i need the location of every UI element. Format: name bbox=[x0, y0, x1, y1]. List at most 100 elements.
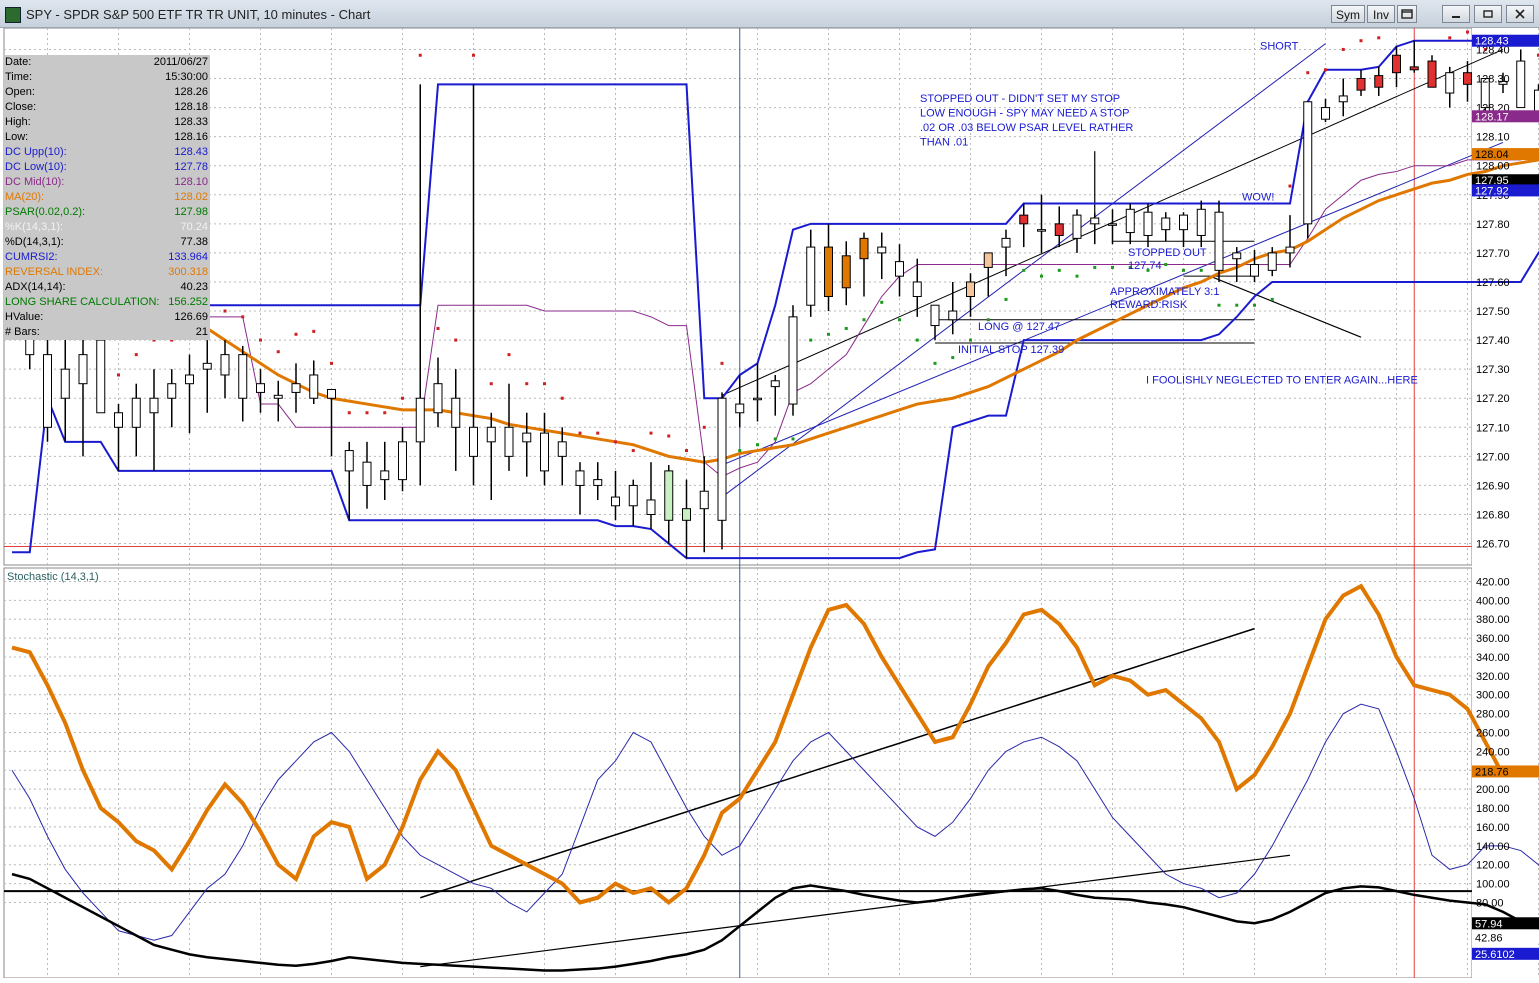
restore-icon[interactable] bbox=[1474, 5, 1502, 23]
price-tick-label: 127.80 bbox=[1476, 219, 1510, 231]
psar-dot bbox=[437, 327, 440, 330]
psar-dot bbox=[650, 432, 653, 435]
candle-body bbox=[1020, 215, 1028, 224]
data-window-row: LONG SHARE CALCULATION: 156.252 bbox=[4, 295, 210, 310]
annotation-text: LOW ENOUGH - SPY MAY NEED A STOP bbox=[920, 107, 1129, 119]
psar-dot bbox=[845, 327, 848, 330]
psar-dot bbox=[1306, 71, 1309, 74]
candle-body bbox=[1322, 108, 1330, 120]
candle-body bbox=[754, 398, 762, 400]
app-chart-icon bbox=[5, 7, 21, 23]
data-window-label: LONG SHARE CALCULATION: bbox=[5, 295, 159, 310]
stoch-tick-label: 80.00 bbox=[1476, 897, 1504, 909]
candle-body bbox=[1215, 212, 1223, 270]
price-tick-label: 128.00 bbox=[1476, 161, 1510, 173]
stoch-panel-title: Stochastic (14,3,1) bbox=[7, 571, 99, 583]
psar-dot bbox=[1360, 39, 1363, 42]
candle-body bbox=[807, 247, 815, 305]
candle-body bbox=[328, 390, 336, 399]
psar-dot bbox=[1058, 269, 1061, 272]
psar-dot bbox=[703, 426, 706, 429]
psar-dot bbox=[1218, 304, 1221, 307]
candle-body bbox=[186, 375, 194, 384]
data-window-label: HValue: bbox=[5, 310, 43, 325]
psar-dot bbox=[827, 333, 830, 336]
price-tick-label: 126.90 bbox=[1476, 480, 1510, 492]
price-tick-label: 128.10 bbox=[1476, 132, 1510, 144]
candle-body bbox=[931, 305, 939, 325]
candle-body bbox=[399, 442, 407, 480]
candle-body bbox=[274, 395, 282, 398]
candle-body bbox=[665, 471, 673, 520]
data-window-value: 21 bbox=[196, 325, 208, 340]
data-window-row: %D(14,3,1):77.38 bbox=[4, 235, 210, 250]
psar-dot bbox=[667, 435, 670, 438]
psar-dot bbox=[685, 449, 688, 452]
chart-canvas[interactable]: Stochastic (14,3,1) 128.40128.30128.2012… bbox=[0, 28, 1539, 978]
psar-dot bbox=[596, 432, 599, 435]
data-window-label: High: bbox=[5, 115, 31, 130]
data-window-row: Time:15:30:00 bbox=[4, 70, 210, 85]
psar-dot bbox=[809, 339, 812, 342]
psar-dot bbox=[525, 382, 528, 385]
minimize-icon[interactable] bbox=[1442, 5, 1470, 23]
stoch-tick-label: 340.00 bbox=[1476, 652, 1510, 664]
data-window-value: 156.252 bbox=[168, 295, 208, 310]
data-window-label: DC Low(10): bbox=[5, 160, 67, 175]
psar-dot bbox=[454, 339, 457, 342]
data-window-value: 128.26 bbox=[174, 85, 208, 100]
data-window-row: # Bars:21 bbox=[4, 325, 210, 340]
price-badge-label: 127.92 bbox=[1475, 185, 1509, 197]
data-window-value: 128.02 bbox=[174, 190, 208, 205]
candle-body bbox=[949, 311, 957, 320]
candle-body bbox=[1109, 224, 1117, 226]
sym-button[interactable]: Sym bbox=[1331, 5, 1365, 23]
candle-body bbox=[363, 462, 371, 485]
candle-body bbox=[487, 427, 495, 442]
candle-body bbox=[1162, 218, 1170, 230]
candle-body bbox=[381, 471, 389, 480]
title-bar: SPY - SPDR S&P 500 ETF TR TR UNIT, 10 mi… bbox=[0, 0, 1539, 28]
psar-dot bbox=[366, 411, 369, 414]
data-window-row: PSAR(0.02,0.2):127.98 bbox=[4, 205, 210, 220]
candle-body bbox=[505, 427, 513, 456]
candle-body bbox=[168, 384, 176, 399]
annotation-text: WOW! bbox=[1242, 192, 1274, 204]
candle-body bbox=[700, 491, 708, 508]
candle-body bbox=[1517, 61, 1525, 108]
close-icon[interactable] bbox=[1506, 5, 1534, 23]
price-badge-label: 128.04 bbox=[1475, 149, 1509, 161]
psar-dot bbox=[330, 362, 333, 365]
psar-dot bbox=[401, 397, 404, 400]
price-tick-label: 127.50 bbox=[1476, 306, 1510, 318]
candle-body bbox=[576, 471, 584, 486]
price-badge-label: 128.17 bbox=[1475, 111, 1509, 123]
candle-body bbox=[825, 247, 833, 296]
psar-dot bbox=[312, 330, 315, 333]
annotation-text: THAN .01 bbox=[920, 136, 968, 148]
candle-body bbox=[44, 355, 52, 428]
psar-dot bbox=[774, 437, 777, 440]
psar-dot bbox=[1271, 298, 1274, 301]
candle-body bbox=[115, 413, 123, 428]
inv-button[interactable]: Inv bbox=[1367, 5, 1395, 23]
candle-body bbox=[1446, 73, 1454, 93]
candle-body bbox=[612, 497, 620, 506]
price-tick-label: 127.00 bbox=[1476, 451, 1510, 463]
data-window-value: 127.98 bbox=[174, 205, 208, 220]
annotation-text: 127.74 bbox=[1128, 260, 1162, 272]
window-menu-icon[interactable] bbox=[1397, 5, 1417, 23]
price-tick-label: 128.30 bbox=[1476, 74, 1510, 86]
candle-body bbox=[1251, 265, 1259, 277]
candle-body bbox=[771, 381, 779, 387]
psar-dot bbox=[863, 318, 866, 321]
annotation-text: .02 OR .03 BELOW PSAR LEVEL RATHER bbox=[920, 122, 1133, 134]
price-tick-label: 127.10 bbox=[1476, 422, 1510, 434]
data-window-label: Close: bbox=[5, 100, 36, 115]
psar-dot bbox=[1448, 36, 1451, 39]
candle-body bbox=[913, 282, 921, 297]
candle-body bbox=[132, 398, 140, 427]
psar-dot bbox=[1093, 266, 1096, 269]
candle-body bbox=[97, 340, 105, 413]
psar-dot bbox=[916, 339, 919, 342]
